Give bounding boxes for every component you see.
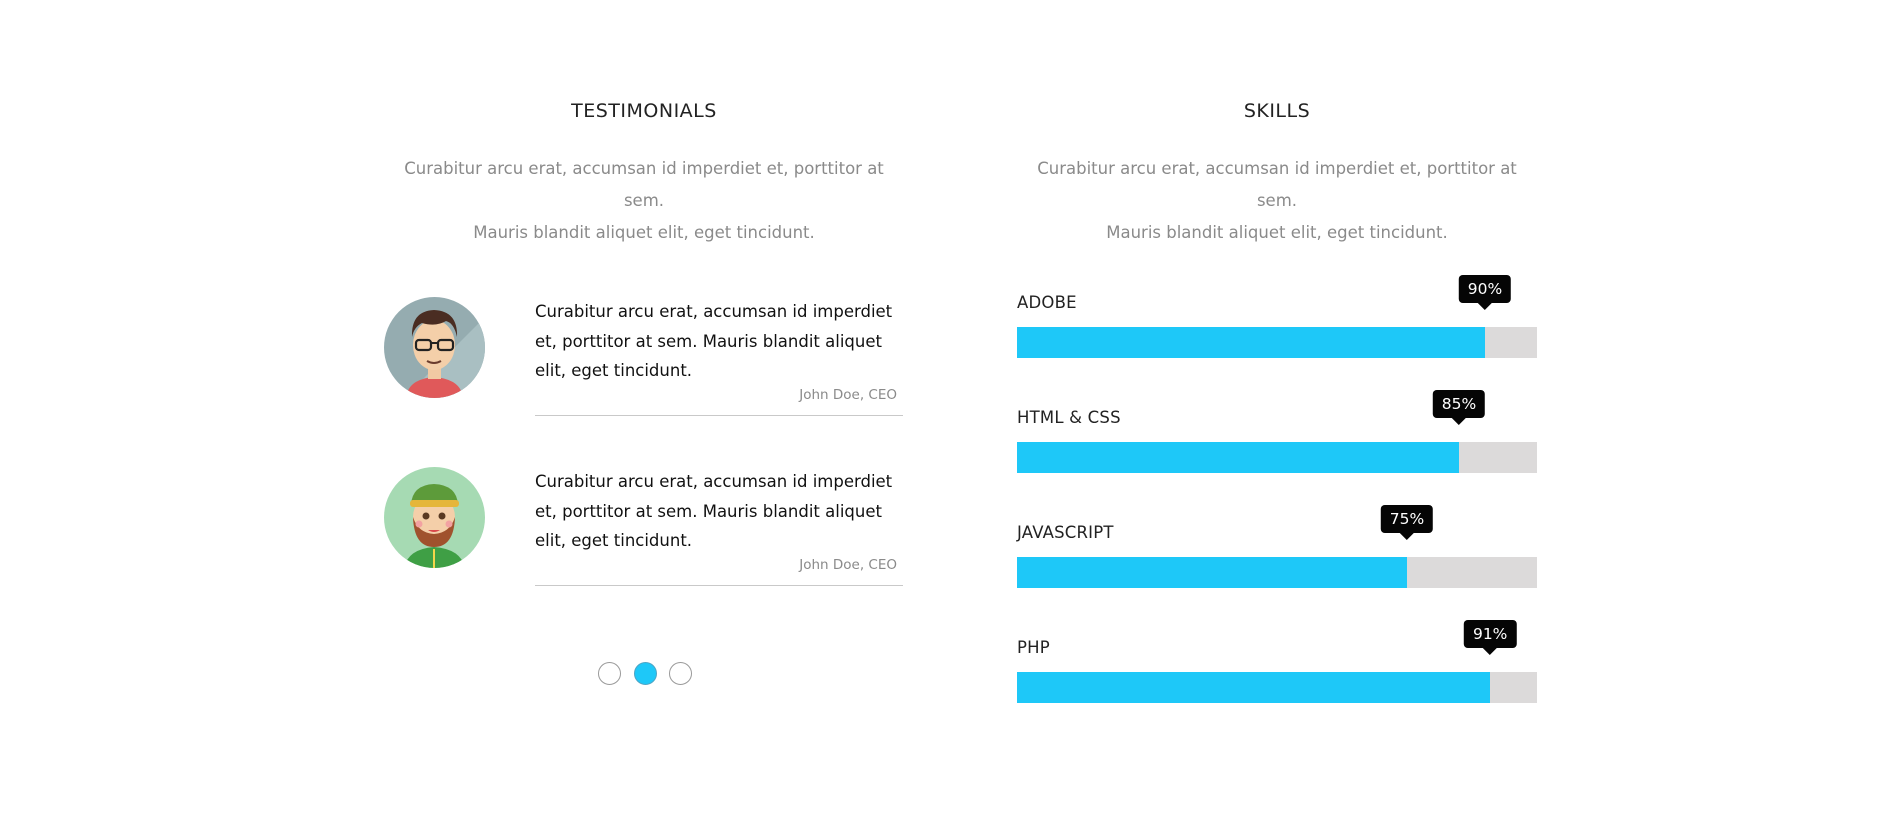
skill-label: PHP <box>1017 638 1050 657</box>
skill-bar-fill <box>1017 557 1407 588</box>
skill-row-adobe: ADOBE 90% <box>1017 275 1537 373</box>
skill-bar-track: 91% <box>1017 620 1537 703</box>
skill-bar-track: 90% <box>1017 275 1537 358</box>
pagination-dot-1[interactable] <box>598 662 621 685</box>
skills-title: SKILLS <box>1243 100 1311 122</box>
testimonial-item: Curabitur arcu erat, accumsan id imperdi… <box>384 467 904 587</box>
testimonial-quote: Curabitur arcu erat, accumsan id imperdi… <box>535 472 893 550</box>
bearded-man-avatar-icon <box>384 467 485 568</box>
pagination-dot-2[interactable] <box>634 662 657 685</box>
testimonial-author: John Doe, CEO <box>799 387 897 403</box>
skill-percent-bubble: 91% <box>1463 620 1517 655</box>
skill-percent-bubble: 85% <box>1432 390 1486 425</box>
skill-label: JAVASCRIPT <box>1017 523 1114 542</box>
testimonials-subtitle-line1: Curabitur arcu erat, accumsan id imperdi… <box>404 159 884 210</box>
skills-subtitle-line2: Mauris blandit aliquet elit, eget tincid… <box>1106 223 1448 242</box>
skill-bar-fill <box>1017 442 1459 473</box>
skill-bar-track: 85% <box>1017 390 1537 473</box>
testimonial-item: Curabitur arcu erat, accumsan id imperdi… <box>384 297 904 417</box>
skill-label: ADOBE <box>1017 293 1077 312</box>
skill-bar-track: 75% <box>1017 505 1537 588</box>
skill-row-javascript: JAVASCRIPT 75% <box>1017 505 1537 603</box>
skills-subtitle: Curabitur arcu erat, accumsan id imperdi… <box>1017 153 1537 249</box>
testimonials-subtitle: Curabitur arcu erat, accumsan id imperdi… <box>384 153 904 249</box>
skill-bar-fill <box>1017 672 1491 703</box>
skill-label: HTML & CSS <box>1017 408 1121 427</box>
testimonial-author: John Doe, CEO <box>799 557 897 573</box>
skill-percent-bubble: 90% <box>1458 275 1512 310</box>
skill-row-html-css: HTML & CSS 85% <box>1017 390 1537 488</box>
skill-percent-bubble: 75% <box>1380 505 1434 540</box>
skill-bar-fill <box>1017 327 1485 358</box>
man-glasses-avatar-icon <box>384 297 485 398</box>
testimonial-quote-block: Curabitur arcu erat, accumsan id imperdi… <box>535 467 903 586</box>
testimonial-quote-block: Curabitur arcu erat, accumsan id imperdi… <box>535 297 903 416</box>
skill-row-php: PHP 91% <box>1017 620 1537 718</box>
pagination-dot-3[interactable] <box>669 662 692 685</box>
testimonials-title: TESTIMONIALS <box>571 100 717 122</box>
skills-subtitle-line1: Curabitur arcu erat, accumsan id imperdi… <box>1037 159 1517 210</box>
testimonials-subtitle-line2: Mauris blandit aliquet elit, eget tincid… <box>473 223 815 242</box>
testimonial-quote: Curabitur arcu erat, accumsan id imperdi… <box>535 302 893 380</box>
